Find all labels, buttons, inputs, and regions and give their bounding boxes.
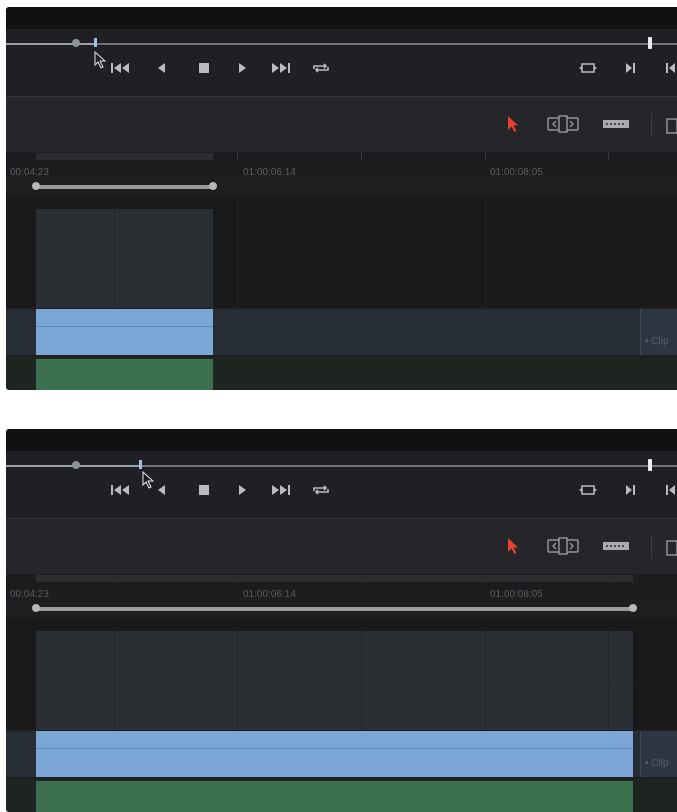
- range-start-handle[interactable]: [32, 182, 40, 190]
- in-point-handle[interactable]: [72, 39, 80, 47]
- blade-icon[interactable]: [602, 115, 630, 133]
- out-point-marker[interactable]: [648, 459, 652, 471]
- stop-icon: [199, 63, 209, 73]
- ruler-range-highlight: [36, 153, 213, 160]
- playhead-marker[interactable]: [139, 460, 142, 469]
- first-frame-icon: [111, 63, 129, 73]
- editor-panel-before: 00:04:23 01:00:06:14 01:00:08:05 • Clip: [6, 7, 677, 390]
- grid-line: [485, 197, 486, 307]
- audio-clip[interactable]: [36, 309, 213, 355]
- ruler-range-highlight: [36, 575, 633, 582]
- blade-icon[interactable]: [602, 537, 630, 555]
- ruler-tick: [237, 153, 238, 161]
- audio-clip-2[interactable]: [36, 359, 213, 390]
- video-clip[interactable]: [36, 209, 213, 308]
- stop-button[interactable]: [193, 61, 215, 79]
- viewer-top-bar: [6, 7, 677, 29]
- edit-toolbar: [6, 97, 677, 152]
- toolbar-separator: [651, 535, 652, 559]
- loop-icon: [313, 485, 329, 495]
- transport-area: [6, 451, 677, 518]
- scrub-bar-progress: [6, 43, 96, 45]
- timecode-label: 00:04:23: [10, 589, 49, 600]
- range-end-handle[interactable]: [629, 604, 637, 612]
- timecode-label: 01:00:08:05: [490, 167, 543, 178]
- reverse-play-icon: [158, 63, 165, 73]
- viewer-top-bar: [6, 429, 677, 451]
- next-clip-button[interactable]: [619, 483, 641, 501]
- snap-icon[interactable]: [666, 539, 677, 557]
- stop-button[interactable]: [193, 483, 215, 501]
- clip-label: • Clip: [645, 758, 669, 769]
- editor-panel-after: 00:04:23 01:00:06:14 01:00:08:05 • Clip: [6, 429, 677, 812]
- first-frame-icon: [111, 485, 129, 495]
- clip-frame-divider: [36, 681, 633, 682]
- ruler-tick: [485, 153, 486, 161]
- prev-clip-button[interactable]: [660, 61, 677, 79]
- next-clip[interactable]: • Clip: [640, 309, 677, 355]
- audio-clip-divider: [36, 748, 633, 749]
- range-end-handle[interactable]: [209, 182, 217, 190]
- next-clip-button[interactable]: [619, 61, 641, 79]
- toolbar-separator: [651, 113, 652, 137]
- reverse-play-button[interactable]: [150, 483, 172, 501]
- play-icon: [239, 485, 246, 495]
- reverse-play-icon: [158, 485, 165, 495]
- grid-line: [237, 197, 238, 307]
- out-point-marker[interactable]: [648, 37, 652, 49]
- match-frame-icon: [579, 485, 597, 495]
- video-clip[interactable]: [36, 631, 633, 730]
- next-clip[interactable]: • Clip: [640, 731, 677, 777]
- trim-edit-icon[interactable]: [547, 115, 579, 133]
- mouse-cursor-icon: [94, 51, 107, 69]
- timecode-label: 00:04:23: [10, 167, 49, 178]
- last-frame-icon: [272, 485, 290, 495]
- last-frame-button[interactable]: [270, 483, 292, 501]
- snap-icon[interactable]: [666, 117, 677, 135]
- prev-clip-icon: [666, 485, 675, 495]
- in-point-handle[interactable]: [72, 461, 80, 469]
- prev-clip-icon: [666, 63, 675, 73]
- playhead-marker[interactable]: [94, 38, 97, 47]
- audio-clip[interactable]: [36, 731, 633, 777]
- last-frame-icon: [272, 63, 290, 73]
- loop-icon: [313, 63, 329, 73]
- clip-frame-divider: [36, 259, 213, 260]
- reverse-play-button[interactable]: [150, 61, 172, 79]
- clip-range-bar[interactable]: [36, 185, 213, 189]
- match-frame-button[interactable]: [577, 483, 599, 501]
- first-frame-button[interactable]: [110, 483, 132, 501]
- loop-button[interactable]: [310, 61, 332, 79]
- audio-clip-divider: [36, 326, 213, 327]
- prev-clip-button[interactable]: [660, 483, 677, 501]
- range-start-handle[interactable]: [32, 604, 40, 612]
- ruler-tick: [608, 153, 609, 161]
- audio-clip-2[interactable]: [36, 781, 633, 812]
- play-icon: [239, 63, 246, 73]
- trim-edit-icon[interactable]: [547, 537, 579, 555]
- loop-button[interactable]: [310, 483, 332, 501]
- play-button[interactable]: [232, 61, 254, 79]
- transport-area: [6, 29, 677, 96]
- timecode-label: 01:00:06:14: [243, 589, 296, 600]
- first-frame-button[interactable]: [110, 61, 132, 79]
- match-frame-icon: [579, 63, 597, 73]
- scrub-bar[interactable]: [6, 43, 677, 45]
- next-clip-icon: [626, 63, 635, 73]
- last-frame-button[interactable]: [270, 61, 292, 79]
- stop-icon: [199, 485, 209, 495]
- selection-arrow-icon[interactable]: [506, 115, 520, 133]
- clip-label: • Clip: [645, 336, 669, 347]
- timecode-label: 01:00:08:05: [490, 589, 543, 600]
- ruler-tick: [361, 153, 362, 161]
- timecode-label: 01:00:06:14: [243, 167, 296, 178]
- edit-toolbar: [6, 519, 677, 574]
- clip-range-bar[interactable]: [36, 607, 633, 611]
- next-clip-icon: [626, 485, 635, 495]
- selection-arrow-icon[interactable]: [506, 537, 520, 555]
- play-button[interactable]: [232, 483, 254, 501]
- match-frame-button[interactable]: [577, 61, 599, 79]
